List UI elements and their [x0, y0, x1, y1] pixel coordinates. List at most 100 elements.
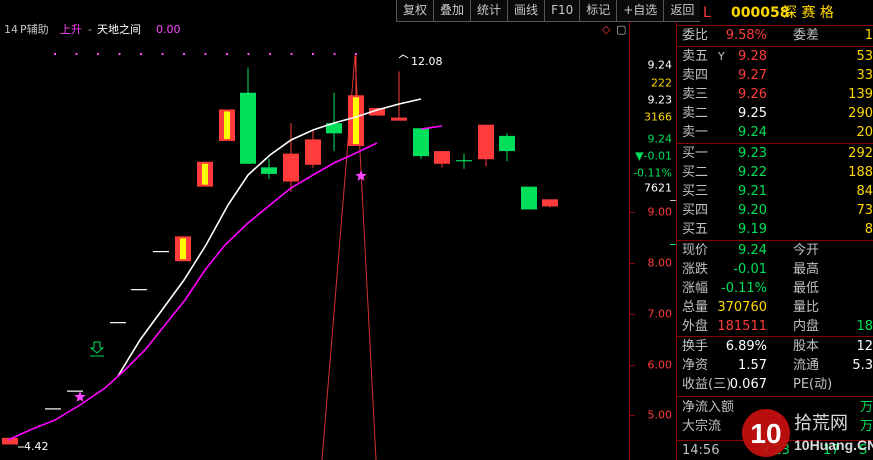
stat-value: 181511	[717, 319, 767, 334]
ask-price: 9.24	[738, 125, 767, 140]
dotted-marker	[161, 53, 164, 55]
axis-tick	[630, 415, 635, 416]
stat-value: 370760	[717, 300, 767, 315]
bid-price: 9.20	[738, 203, 767, 218]
tick-6: 6.00	[647, 358, 673, 372]
bid-row[interactable]: 买三 9.21 84	[677, 183, 873, 201]
watermark-domain: 10Huang.CN	[794, 437, 873, 453]
stat-label-2: 最高	[793, 262, 820, 277]
ask-volume: 53	[856, 49, 873, 64]
dotted-marker	[140, 53, 142, 55]
toolbar-button[interactable]: 画线	[507, 0, 545, 22]
kline-candle	[542, 199, 558, 207]
dotted-marker	[75, 53, 78, 55]
cursor-price: 9.24	[647, 58, 673, 72]
toolbar-button[interactable]: F10	[544, 0, 580, 22]
finance-row[interactable]: 收益(三) 0.067 PE(动)	[677, 376, 873, 394]
ask-row[interactable]: 卖三 9.26 139	[677, 86, 873, 104]
kline-candle	[305, 139, 321, 165]
ask-label: 卖三	[682, 87, 709, 102]
stat-label-2: 今开	[793, 243, 820, 258]
diamond-icon[interactable]: ◇	[602, 22, 610, 38]
ask-row[interactable]: 卖二 9.25 290	[677, 105, 873, 123]
ask-label: 卖二	[682, 106, 709, 121]
finance-label-2: PE(动)	[793, 377, 833, 392]
stat-row[interactable]: 现价 9.24 今开	[677, 242, 873, 260]
bid-price: 9.22	[738, 165, 767, 180]
bid-volume: 8	[864, 222, 873, 237]
stat-value: -0.11%	[721, 281, 767, 296]
tick-9: 9.00	[647, 205, 673, 219]
bid-row[interactable]: 买一 9.23 292	[677, 145, 873, 163]
axis-marker	[670, 244, 676, 245]
finance-row[interactable]: 换手 6.89% 股本 12	[677, 338, 873, 356]
indicator-label: 天地之间	[97, 23, 141, 36]
weibi-label: 委比	[682, 28, 709, 43]
stat-row[interactable]: 涨跌 -0.01 最高	[677, 261, 873, 279]
stock-code: 000058	[731, 5, 790, 21]
stat-row[interactable]: 总量 370760 量比	[677, 299, 873, 317]
price-axis: 9.24 222 9.23 3166 9.24 ▼-0.01 -0.11% 76…	[629, 22, 677, 460]
cursor-close: 9.24	[647, 132, 673, 146]
dotted-marker	[183, 53, 185, 55]
ma-magenta-line	[7, 142, 378, 441]
kline-candle	[434, 151, 450, 164]
kline-candle	[391, 117, 407, 121]
stat-row[interactable]: 涨幅 -0.11% 最低	[677, 280, 873, 298]
bid-label: 买二	[682, 165, 709, 180]
ask-row[interactable]: 卖四 9.27 33	[677, 67, 873, 85]
high-pointer-icon	[398, 54, 409, 59]
dotted-marker	[312, 53, 314, 55]
kline-candle	[413, 128, 429, 157]
ask-label: 卖五	[682, 49, 709, 64]
stock-header: L 000058 深 赛 格	[677, 3, 873, 23]
kline-candle-highlight	[224, 111, 230, 139]
finance-label-2: 流通	[793, 358, 820, 373]
stat-value: -0.01	[733, 262, 767, 277]
stat-label-2: 量比	[793, 300, 820, 315]
dotted-marker	[333, 53, 336, 55]
finance-label: 收益(三)	[682, 377, 732, 392]
low-price-label: 4.42	[24, 440, 49, 453]
flow-label: 大宗流	[682, 419, 722, 434]
ask-row[interactable]: 卖一 9.24 20	[677, 124, 873, 142]
bid-price: 9.21	[738, 184, 767, 199]
dotted-marker	[290, 53, 293, 55]
bid-row[interactable]: 买二 9.22 188	[677, 164, 873, 182]
tick-time: 14:56	[682, 443, 720, 458]
bid-label: 买五	[682, 222, 709, 237]
bid-row[interactable]: 买四 9.20 73	[677, 202, 873, 220]
toolbar-button[interactable]: 复权	[396, 0, 434, 22]
ask-price: 9.27	[738, 68, 767, 83]
toolbar-button[interactable]: +自选	[616, 0, 664, 22]
stat-label: 涨幅	[682, 281, 709, 296]
toolbar-button[interactable]: 标记	[579, 0, 617, 22]
bid-volume: 292	[848, 146, 873, 161]
ma-white-line	[117, 98, 422, 377]
bid-volume: 73	[856, 203, 873, 218]
bid-row[interactable]: 买五 9.19 8	[677, 221, 873, 239]
watermark-brand: 拾荒网	[794, 413, 848, 434]
dotted-marker	[118, 53, 121, 55]
finance-row[interactable]: 净资 1.57 流通 5.3	[677, 357, 873, 375]
indicator-status: 上升	[60, 23, 82, 36]
ask-row[interactable]: 卖五 Y 9.28 53	[677, 48, 873, 66]
bid-label: 买四	[682, 203, 709, 218]
toolbar-button[interactable]: 叠加	[433, 0, 471, 22]
flow-label: 净流入额	[682, 400, 735, 415]
toolbar-button[interactable]: 统计	[470, 0, 508, 22]
kline-chart[interactable]: 12.08 4.42	[0, 38, 629, 460]
finance-label: 换手	[682, 339, 709, 354]
cursor-change-pct: -0.11%	[633, 166, 672, 180]
weicha-value: 1	[864, 28, 873, 43]
cursor-price-2: 9.23	[647, 93, 673, 107]
stat-row[interactable]: 外盘 181511 内盘 18	[677, 318, 873, 336]
dotted-marker	[97, 53, 99, 55]
expand-icon[interactable]: ▢	[616, 22, 626, 38]
dotted-marker	[269, 53, 271, 55]
ask-volume: 139	[848, 87, 873, 102]
stat-value: 9.24	[738, 243, 767, 258]
finance-value: 1.57	[738, 358, 767, 373]
kline-candle	[499, 135, 515, 152]
marker-label: L	[703, 5, 711, 21]
